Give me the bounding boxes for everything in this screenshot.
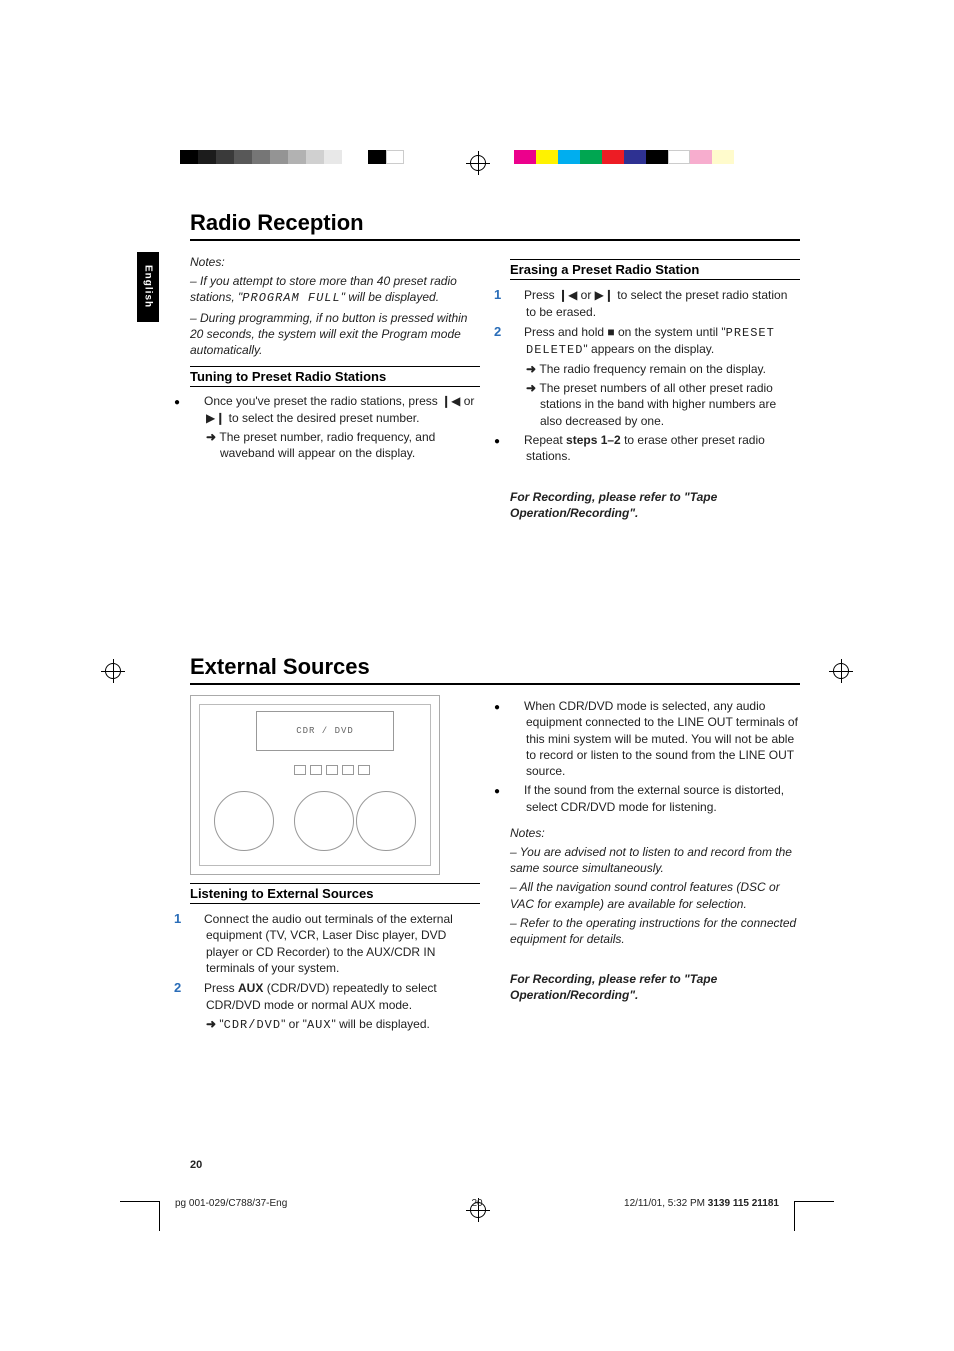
ext-notes-heading: Notes: — [510, 825, 800, 841]
notes-heading: Notes: — [190, 254, 480, 270]
device-illustration: CDR / DVD — [190, 695, 440, 875]
erase-result-b: ➜ The preset numbers of all other preset… — [510, 380, 800, 429]
prev-track-icon: ❙◀ — [441, 394, 460, 408]
erase-step-1: 1Press ❙◀ or ▶❙ to select the preset rad… — [510, 286, 800, 320]
registration-mark-top — [470, 155, 486, 171]
radio-right-column: Erasing a Preset Radio Station 1Press ❙◀… — [510, 251, 800, 524]
tuning-instruction: ●Once you've preset the radio stations, … — [190, 393, 480, 426]
ext-step-1: 1Connect the audio out terminals of the … — [190, 910, 480, 976]
footer-right: 12/11/01, 5:32 PM 3139 115 21181 — [624, 1198, 779, 1209]
prev-track-icon: ❙◀ — [558, 288, 577, 302]
section-title-radio: Radio Reception — [190, 210, 800, 241]
erase-result-a: ➜ The radio frequency remain on the disp… — [510, 361, 800, 377]
page-number: 20 — [190, 1159, 202, 1171]
cmyk-color-bar — [514, 150, 734, 164]
note-program-timeout: – During programming, if no button is pr… — [190, 310, 480, 359]
registration-mark-right — [833, 663, 849, 679]
heading-erasing-preset: Erasing a Preset Radio Station — [510, 259, 800, 280]
stop-icon: ■ — [607, 325, 614, 339]
ext-step-2: 2Press AUX (CDR/DVD) repeatedly to selec… — [190, 979, 480, 1013]
erase-repeat: ●Repeat steps 1–2 to erase other preset … — [510, 432, 800, 465]
next-track-icon: ▶❙ — [206, 411, 225, 425]
note-program-full: – If you attempt to store more than 40 p… — [190, 273, 480, 306]
ext-step-2-result: ➜ "CDR/DVD" or "AUX" will be displayed. — [190, 1016, 480, 1033]
heading-listening-external: Listening to External Sources — [190, 883, 480, 904]
language-tab: English — [137, 252, 159, 322]
heading-tuning-preset: Tuning to Preset Radio Stations — [190, 366, 480, 387]
crop-mark-bl — [120, 1201, 160, 1231]
external-left-column: CDR / DVD Listening to External Sources … — [190, 695, 480, 1036]
ext-note-a: – You are advised not to listen to and r… — [510, 844, 800, 876]
tuning-result: ➜ The preset number, radio frequency, an… — [190, 429, 480, 461]
ext-note-lineout: ●When CDR/DVD mode is selected, any audi… — [510, 698, 800, 779]
grey-step-wedge — [180, 150, 404, 164]
ext-recording-note: For Recording, please refer to "Tape Ope… — [510, 971, 800, 1003]
registration-mark-left — [105, 663, 121, 679]
crop-mark-br — [794, 1201, 834, 1231]
erase-step-2: 2Press and hold ■ on the system until "P… — [510, 323, 800, 358]
ext-note-b: – All the navigation sound control featu… — [510, 879, 800, 911]
ext-note-c: – Refer to the operating instructions fo… — [510, 915, 800, 947]
external-right-column: ●When CDR/DVD mode is selected, any audi… — [510, 695, 800, 1036]
page-content: Radio Reception Notes: – If you attempt … — [190, 210, 800, 1036]
footer-left: pg 001-029/C788/37-Eng — [175, 1198, 287, 1209]
next-track-icon: ▶❙ — [595, 288, 614, 302]
footer-center: 20 — [471, 1198, 482, 1209]
section-title-external: External Sources — [190, 654, 800, 685]
footer-line: pg 001-029/C788/37-Eng 20 12/11/01, 5:32… — [175, 1198, 779, 1209]
device-display: CDR / DVD — [256, 711, 394, 751]
ext-note-distorted: ●If the sound from the external source i… — [510, 782, 800, 815]
radio-recording-note: For Recording, please refer to "Tape Ope… — [510, 489, 800, 521]
radio-left-column: Notes: – If you attempt to store more th… — [190, 251, 480, 524]
